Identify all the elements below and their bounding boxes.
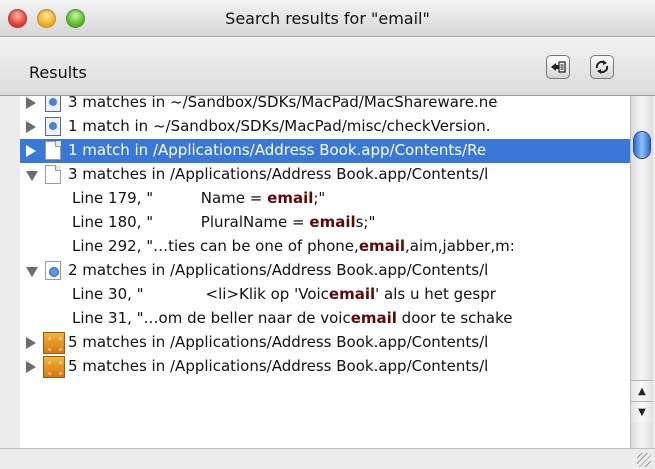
result-line-row[interactable]: Line 180, " PluralName = emails;" (20, 211, 630, 235)
line-prefix: Line 292, "…ties can be one of phone, (72, 237, 359, 255)
result-file-text: 2 matches in /Applications/Address Book.… (68, 261, 489, 279)
matched-keyword: email (267, 189, 314, 207)
result-file-row[interactable]: 3 matches in /Applications/Address Book.… (20, 163, 630, 187)
result-line-row[interactable]: Line 179, " Name = email;" (20, 187, 630, 211)
result-file-row[interactable]: 2 matches in /Applications/Address Book.… (20, 259, 630, 283)
reveal-in-file-button[interactable] (546, 55, 570, 79)
result-line-row[interactable]: Line 30, " <li>Klik op 'Voicemail' als u… (20, 283, 630, 307)
result-file-row[interactable]: 1 match in ~/Sandbox/SDKs/MacPad/misc/ch… (20, 115, 630, 139)
disclosure-triangle-expanded-icon[interactable] (26, 171, 38, 181)
result-file-text: 1 match in ~/Sandbox/SDKs/MacPad/misc/ch… (68, 117, 491, 135)
vertical-scrollbar[interactable]: ▲ ▼ (630, 96, 653, 448)
block-file-icon (43, 356, 65, 378)
result-line-text: Line 292, "…ties can be one of phone,ema… (72, 237, 515, 255)
result-line-text: Line 179, " Name = email;" (72, 189, 325, 207)
line-prefix: Line 179, " Name = (72, 189, 268, 207)
scroll-up-arrow[interactable]: ▲ (631, 380, 653, 402)
document-icon (45, 141, 61, 160)
window-title: Search results for "email" (225, 9, 430, 28)
status-bar (0, 448, 655, 469)
search-results-window: Search results for "email" Results 3 mat… (0, 0, 655, 469)
result-file-row[interactable]: 5 matches in /Applications/Address Book.… (20, 355, 630, 379)
open-file-icon (551, 61, 566, 73)
result-file-text: 3 matches in ~/Sandbox/SDKs/MacPad/MacSh… (68, 96, 498, 111)
result-file-text: 5 matches in /Applications/Address Book.… (68, 357, 489, 375)
matched-keyword: email (358, 237, 406, 255)
matched-keyword: email (309, 213, 356, 231)
line-prefix: Line 30, " <li>Klik op 'Voic (72, 285, 329, 303)
block-file-icon (43, 332, 65, 354)
disclosure-triangle-collapsed-icon[interactable] (26, 121, 36, 133)
matched-keyword: email (328, 285, 376, 303)
result-file-text: 1 match in /Applications/Address Book.ap… (68, 141, 487, 159)
result-file-row[interactable]: 3 matches in ~/Sandbox/SDKs/MacPad/MacSh… (20, 96, 630, 115)
line-suffix: ,aim,jabber,m: (405, 237, 515, 255)
result-line-text: Line 180, " PluralName = emails;" (72, 213, 375, 231)
web-file-icon (45, 261, 61, 280)
document-icon (45, 165, 61, 184)
toolbar: Results (0, 37, 655, 96)
line-suffix: ' als u het gespr (375, 285, 496, 303)
image-file-icon (45, 117, 61, 136)
result-line-row[interactable]: Line 31, "…om de beller naar de voicemai… (20, 307, 630, 331)
refresh-icon (595, 60, 609, 74)
image-file-icon (45, 96, 61, 112)
result-line-text: Line 30, " <li>Klik op 'Voicemail' als u… (72, 285, 496, 303)
result-line-text: Line 31, "…om de beller naar de voicemai… (72, 309, 513, 327)
line-suffix: ;" (313, 189, 326, 207)
disclosure-triangle-collapsed-icon[interactable] (26, 145, 36, 157)
scroll-thumb[interactable] (634, 132, 650, 158)
refresh-search-button[interactable] (590, 55, 614, 79)
line-prefix: Line 31, "…om de beller naar de voic (72, 309, 351, 327)
results-list[interactable]: 3 matches in ~/Sandbox/SDKs/MacPad/MacSh… (20, 96, 630, 448)
line-prefix: Line 180, " PluralName = (72, 213, 310, 231)
result-file-row[interactable]: 1 match in /Applications/Address Book.ap… (20, 139, 630, 163)
disclosure-triangle-expanded-icon[interactable] (26, 267, 38, 277)
result-file-text: 3 matches in /Applications/Address Book.… (68, 165, 489, 183)
line-suffix: door te schake (396, 309, 513, 327)
resize-grip-icon[interactable] (637, 453, 651, 467)
result-file-text: 5 matches in /Applications/Address Book.… (68, 333, 489, 351)
disclosure-triangle-collapsed-icon[interactable] (26, 361, 36, 373)
matched-keyword: email (350, 309, 397, 327)
result-file-row[interactable]: 5 matches in /Applications/Address Book.… (20, 331, 630, 355)
title-bar[interactable]: Search results for "email" (0, 0, 655, 37)
scroll-down-arrow[interactable]: ▼ (631, 401, 653, 423)
line-suffix: s;" (355, 213, 376, 231)
results-label: Results (29, 63, 87, 82)
disclosure-triangle-collapsed-icon[interactable] (26, 337, 36, 349)
result-line-row[interactable]: Line 292, "…ties can be one of phone,ema… (20, 235, 630, 259)
disclosure-triangle-collapsed-icon[interactable] (26, 97, 36, 109)
